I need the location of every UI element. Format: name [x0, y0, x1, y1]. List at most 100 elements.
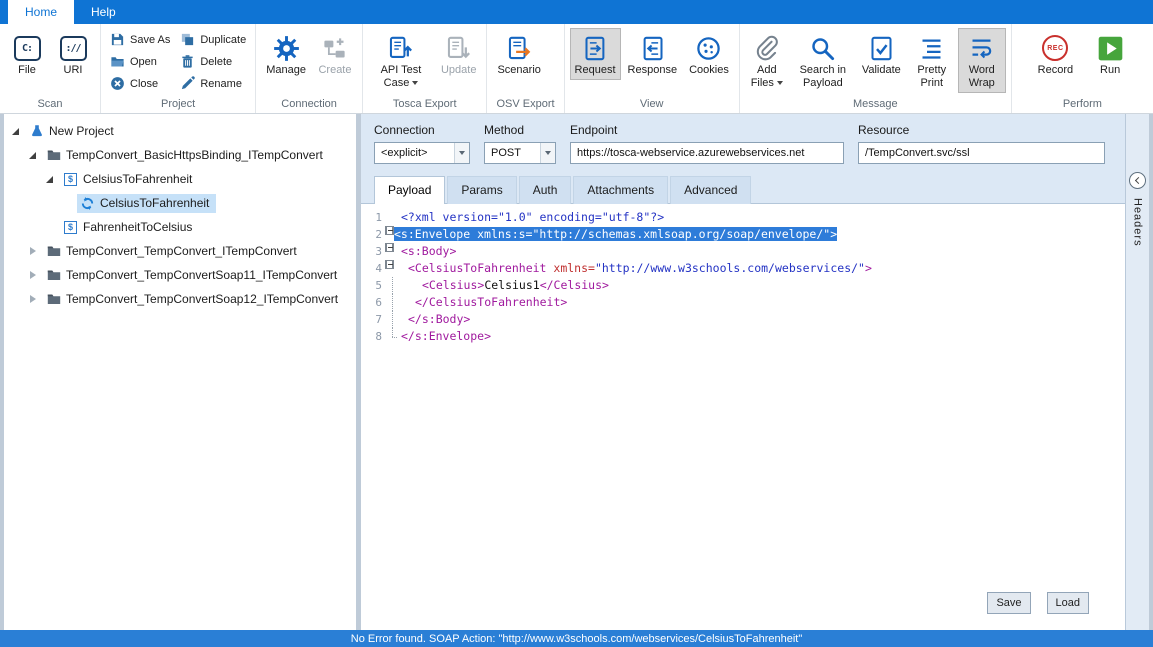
request-view-button[interactable]: Request [570, 28, 621, 80]
collapsed-expander-icon[interactable] [27, 245, 40, 258]
tree-item-label: TempConvert_BasicHttpsBinding_ITempConve… [66, 148, 323, 162]
tree-row[interactable]: New Project [4, 119, 356, 143]
expanded-expander-icon[interactable] [27, 149, 40, 162]
open-folder-icon [110, 54, 125, 69]
payload-editor[interactable]: 1<?xml version="1.0" encoding="utf-8"?>2… [361, 204, 1125, 630]
line-number: 3 [361, 243, 385, 260]
rename-button[interactable]: Rename [176, 74, 250, 93]
create-button[interactable]: Create [313, 28, 357, 80]
tab-attachments[interactable]: Attachments [573, 176, 668, 204]
expand-panel-button[interactable] [1129, 172, 1146, 189]
tree-row[interactable]: $CelsiusToFahrenheit [4, 167, 356, 191]
response-view-button[interactable]: Response [623, 28, 683, 80]
open-button[interactable]: Open [106, 52, 174, 71]
run-label: Run [1100, 64, 1120, 76]
code-line[interactable]: 6</CelsiusToFahrenheit> [361, 294, 1125, 311]
close-button[interactable]: Close [106, 74, 174, 93]
code-line[interactable]: 4 <CelsiusToFahrenheit xmlns="http://www.… [361, 260, 1125, 277]
ribbon-group-label: View [570, 97, 734, 113]
search-in-payload-button[interactable]: Search in Payload [791, 28, 855, 93]
play-icon [1097, 35, 1124, 62]
run-button[interactable]: Run [1088, 28, 1132, 80]
tree-row[interactable]: TempConvert_TempConvert_ITempConvert [4, 239, 356, 263]
line-number: 1 [361, 209, 385, 226]
ribbon-group-perform: REC Record Run Perform [1012, 24, 1153, 113]
tab-help[interactable]: Help [74, 0, 133, 24]
collapsed-expander-icon[interactable] [27, 269, 40, 282]
uri-button[interactable]: :// URI [51, 28, 95, 80]
collapsed-expander-icon[interactable] [27, 293, 40, 306]
tree-row[interactable]: TempConvert_TempConvertSoap11_ITempConve… [4, 263, 356, 287]
code-text: </CelsiusToFahrenheit> [401, 294, 567, 311]
line-number: 2 [361, 226, 385, 243]
editor-buttons: Save Load [987, 592, 1089, 614]
create-connection-icon [321, 35, 348, 62]
resource-input[interactable] [858, 142, 1105, 164]
search-in-payload-label: Search in Payload [800, 64, 846, 89]
line-number: 7 [361, 311, 385, 328]
tab-params[interactable]: Params [447, 176, 516, 204]
load-button[interactable]: Load [1047, 592, 1089, 614]
add-files-button[interactable]: Add Files [745, 28, 789, 93]
tab-payload[interactable]: Payload [374, 176, 445, 204]
code-line[interactable]: 8</s:Envelope> [361, 328, 1125, 345]
delete-button[interactable]: Delete [176, 52, 250, 71]
endpoint-input[interactable] [570, 142, 844, 164]
tree-row[interactable]: TempConvert_BasicHttpsBinding_ITempConve… [4, 143, 356, 167]
rename-pencil-icon [180, 76, 195, 91]
tab-auth[interactable]: Auth [519, 176, 572, 204]
tree-item-label: TempConvert_TempConvert_ITempConvert [66, 244, 297, 258]
fold-toggle-icon[interactable] [385, 226, 394, 235]
file-button[interactable]: C: File [5, 28, 49, 80]
expanded-expander-icon[interactable] [10, 125, 23, 138]
tab-advanced[interactable]: Advanced [670, 176, 751, 204]
resource-field: Resource [858, 123, 1105, 164]
fold-toggle-icon[interactable] [385, 260, 394, 269]
manage-button[interactable]: Manage [261, 28, 311, 80]
tree-item-label: TempConvert_TempConvertSoap12_ITempConve… [66, 292, 338, 306]
duplicate-button[interactable]: Duplicate [176, 30, 250, 49]
code-line[interactable]: 5<Celsius>Celsius1</Celsius> [361, 277, 1125, 294]
connection-select[interactable]: <explicit> [374, 142, 470, 164]
word-wrap-button[interactable]: Word Wrap [958, 28, 1006, 93]
pretty-print-button[interactable]: Pretty Print [908, 28, 956, 93]
validate-button[interactable]: Validate [857, 28, 906, 80]
code-text: <CelsiusToFahrenheit xmlns="http://www.w… [394, 260, 872, 277]
api-test-case-button[interactable]: API Test Case [368, 28, 434, 93]
status-text: No Error found. SOAP Action: "http://www… [351, 633, 802, 645]
tree-row[interactable]: CelsiusToFahrenheit [4, 191, 356, 215]
ribbon-group-view: Request Response Cookies View [565, 24, 740, 113]
tree-row[interactable]: TempConvert_TempConvertSoap12_ITempConve… [4, 287, 356, 311]
method-select[interactable]: POST [484, 142, 556, 164]
word-wrap-label: Word Wrap [969, 64, 995, 89]
expanded-expander-icon[interactable] [44, 173, 57, 186]
resource-label: Resource [858, 123, 1105, 137]
record-button[interactable]: REC Record [1033, 28, 1078, 80]
fold-toggle-icon[interactable] [385, 243, 394, 252]
scenario-button[interactable]: Scenario [492, 28, 545, 80]
code-line[interactable]: 2<s:Envelope xmlns:s="http://schemas.xml… [361, 226, 1125, 243]
save-button[interactable]: Save [987, 592, 1030, 614]
code-line[interactable]: 3<s:Body> [361, 243, 1125, 260]
cookies-button[interactable]: Cookies [684, 28, 734, 80]
file-button-label: File [18, 64, 36, 76]
headers-side-panel[interactable]: Headers [1125, 114, 1149, 630]
save-icon [110, 32, 125, 47]
code-text: <?xml version="1.0" encoding="utf-8"?> [401, 209, 664, 226]
headers-tab-label[interactable]: Headers [1132, 198, 1144, 247]
cookie-icon [695, 35, 722, 62]
tab-home[interactable]: Home [8, 0, 74, 24]
line-number: 4 [361, 260, 385, 277]
endpoint-field: Endpoint [570, 123, 844, 164]
record-icon: REC [1042, 35, 1068, 61]
code-line[interactable]: 7</s:Body> [361, 311, 1125, 328]
line-number: 5 [361, 277, 385, 294]
save-as-button[interactable]: Save As [106, 30, 174, 49]
tree-item-label: TempConvert_TempConvertSoap11_ITempConve… [66, 268, 337, 282]
dropdown-caret-icon [777, 81, 783, 85]
update-button[interactable]: Update [436, 28, 481, 80]
code-line[interactable]: 1 <?xml version="1.0" encoding="utf-8"?> [361, 209, 1125, 226]
tree-row[interactable]: $FahrenheitToCelsius [4, 215, 356, 239]
ribbon-group-label: Scan [5, 97, 95, 113]
ribbon-group-message: Add Files Search in Payload Validate [740, 24, 1012, 113]
